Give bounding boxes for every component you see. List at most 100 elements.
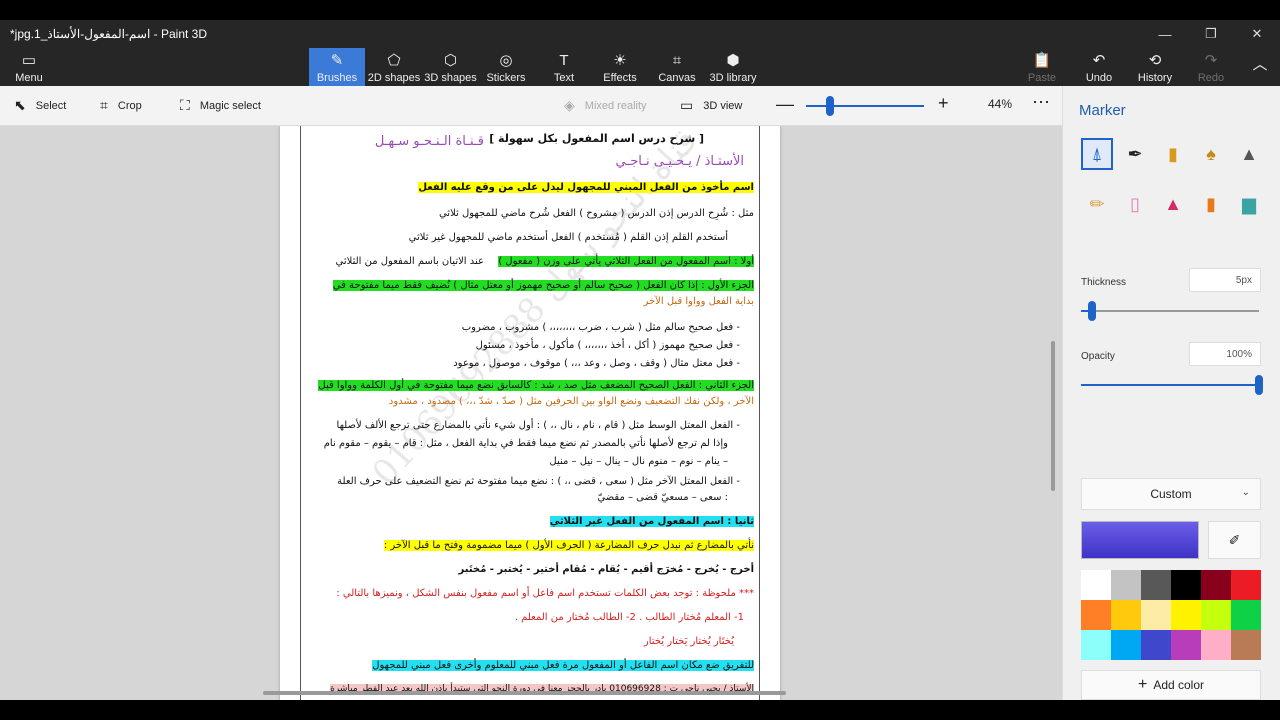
redo-button[interactable]: ↷ Redo [1196, 48, 1226, 86]
vertical-scrollbar[interactable] [1051, 341, 1055, 491]
paste-button[interactable]: 📋 Paste [1026, 48, 1058, 86]
doc-first-note: عند الاتيان باسم المفعول من الثلاثي [335, 256, 484, 267]
current-color-swatch[interactable] [1081, 521, 1199, 559]
close-icon[interactable]: ✕ [1234, 20, 1280, 48]
thickness-input[interactable]: 5px [1189, 268, 1261, 292]
history-button[interactable]: ⟲ History [1136, 48, 1174, 86]
mixed-reality-button[interactable]: ◈ Mixed reality [564, 97, 647, 114]
title-bar: *jpg.1_اسم-المفعول-الأستاذ - Paint 3D — … [0, 20, 1280, 48]
more-options-icon[interactable]: ⋯ [1032, 92, 1050, 113]
color-swatch[interactable] [1231, 630, 1261, 660]
pixel-pen-icon[interactable]: ▲ [1233, 138, 1265, 170]
menu-label: Menu [15, 72, 43, 84]
color-swatch[interactable] [1201, 630, 1231, 660]
menu-button[interactable]: ▭ Menu [8, 48, 50, 86]
undo-button[interactable]: ↶ Undo [1082, 48, 1116, 86]
brush-icon: ✎ [330, 52, 344, 69]
add-color-label: Add color [1153, 678, 1205, 692]
marker-icon[interactable]: ⍋ [1081, 138, 1113, 170]
zoom-slider-track[interactable] [806, 105, 924, 107]
history-label: History [1137, 72, 1173, 84]
crayon-icon[interactable]: ▲ [1157, 188, 1189, 220]
doc-note: *** ملحوظة : توجد بعض الكلمات تستخدم اسم… [336, 588, 754, 599]
color-swatch[interactable] [1201, 600, 1231, 630]
eraser-icon[interactable]: ▯ [1119, 188, 1151, 220]
color-swatch[interactable] [1171, 600, 1201, 630]
color-swatch[interactable] [1081, 600, 1111, 630]
select-label: Select [35, 99, 67, 112]
3d-shapes-icon: ⬡ [443, 52, 458, 69]
tab-label: Canvas [658, 72, 696, 84]
magic-select-icon: ⛶ [180, 97, 190, 113]
chevron-up-icon: ︿ [1252, 56, 1268, 73]
minimize-icon[interactable]: — [1142, 20, 1188, 48]
3d-view-button[interactable]: ▭ 3D view [680, 97, 742, 114]
oil-brush-icon[interactable]: ▮ [1157, 138, 1189, 170]
tab-canvas[interactable]: ⌗ Canvas [656, 48, 698, 86]
tab-3d-shapes[interactable]: ⬡ 3D shapes [423, 48, 478, 86]
brush-panel: Marker ⍋ ✒ ▮ ♠ ▲ ✏ ▯ ▲ ▮ ▆ Thickness 5px… [1062, 86, 1280, 700]
color-swatch[interactable] [1141, 630, 1171, 660]
color-swatch[interactable] [1201, 570, 1231, 600]
select-tool[interactable]: ⬉ Select [14, 97, 66, 114]
zoom-out-button[interactable]: — [776, 94, 794, 115]
zoom-slider-thumb[interactable] [825, 96, 834, 116]
color-mode-label: Custom [1150, 487, 1192, 501]
stickers-icon: ◎ [499, 52, 513, 69]
zoom-percent: 44% [988, 97, 1013, 111]
2d-shapes-icon: ⬠ [387, 52, 401, 69]
color-swatch[interactable] [1141, 600, 1171, 630]
doc-defective-line2: : سعى – مسعيّ قضى – مقضيّ [597, 492, 728, 503]
thickness-slider-thumb[interactable] [1087, 301, 1096, 321]
calligraphy-pen-icon[interactable]: ✒ [1119, 138, 1151, 170]
opacity-label: Opacity [1081, 351, 1115, 362]
color-swatch[interactable] [1231, 570, 1261, 600]
color-swatch[interactable] [1171, 570, 1201, 600]
crop-tool[interactable]: ⌗ Crop [100, 97, 142, 114]
watercolor-icon[interactable]: ♠ [1195, 138, 1227, 170]
tab-stickers[interactable]: ◎ Stickers [482, 48, 530, 86]
tab-brushes[interactable]: ✎ Brushes [309, 48, 365, 86]
doc-definition: اسم مأخوذ من الفعل المبني للمجهول ليدل ع… [418, 182, 754, 193]
mixed-reality-label: Mixed reality [584, 99, 647, 112]
tab-label: 2D shapes [367, 72, 421, 84]
doc-first-heading: أولا : اسم المفعول من الفعل الثلاثي يأتي… [498, 256, 754, 267]
doc-part2-line1: الجزء الثاني : الفعل الصحيح المضعف مثل ص… [318, 380, 754, 391]
doc-distinguish: للتفريق ضع مكان اسم الفاعل أو المفعول مر… [372, 660, 754, 671]
horizontal-scrollbar[interactable] [263, 691, 786, 695]
color-mode-dropdown[interactable]: Custom ⌄ [1081, 478, 1261, 510]
doc-part1-item-2: - فعل صحيح مهموز ( أكل ، أخذ ،،،،،،، ) م… [475, 340, 740, 351]
opacity-slider-thumb[interactable] [1255, 375, 1263, 395]
canvas-area[interactable]: قناة النحو سهل 01069692888 [ شرح درس اسم… [0, 126, 1062, 700]
pencil-icon[interactable]: ✏ [1081, 188, 1113, 220]
color-swatch[interactable] [1231, 600, 1261, 630]
doc-header-teacher: الأستـاذ / يـحـيـى نـاجـي [615, 154, 744, 169]
doc-part1-line2: بداية الفعل وواوا قبل الآخر [643, 296, 754, 307]
thickness-slider-track[interactable] [1081, 310, 1259, 312]
zoom-in-button[interactable]: + [938, 93, 949, 114]
color-swatch[interactable] [1171, 630, 1201, 660]
crop-label: Crop [117, 99, 142, 112]
restore-icon[interactable]: ❐ [1188, 20, 1234, 48]
color-swatch[interactable] [1111, 570, 1141, 600]
opacity-input[interactable]: 100% [1189, 342, 1261, 366]
pointer-icon: ⬉ [14, 97, 26, 113]
spray-can-icon[interactable]: ▮ [1195, 188, 1227, 220]
color-swatch[interactable] [1081, 630, 1111, 660]
magic-select-tool[interactable]: ⛶ Magic select [180, 97, 261, 114]
crop-icon: ⌗ [100, 97, 108, 113]
color-swatch[interactable] [1111, 600, 1141, 630]
eyedropper-icon[interactable]: ✐ [1208, 521, 1261, 559]
tab-3d-library[interactable]: ⬢ 3D library [708, 48, 758, 86]
tab-effects[interactable]: ☀ Effects [598, 48, 642, 86]
fill-icon[interactable]: ▆ [1233, 188, 1265, 220]
color-swatch[interactable] [1141, 570, 1171, 600]
tab-text[interactable]: T Text [544, 48, 584, 86]
add-color-button[interactable]: + Add color [1081, 670, 1261, 700]
document-image[interactable]: قناة النحو سهل 01069692888 [ شرح درس اسم… [280, 126, 780, 700]
color-swatch[interactable] [1081, 570, 1111, 600]
canvas-icon: ⌗ [672, 52, 682, 69]
tab-2d-shapes[interactable]: ⬠ 2D shapes [367, 48, 421, 86]
color-swatch[interactable] [1111, 630, 1141, 660]
collapse-ribbon-button[interactable]: ︿ [1248, 48, 1272, 86]
